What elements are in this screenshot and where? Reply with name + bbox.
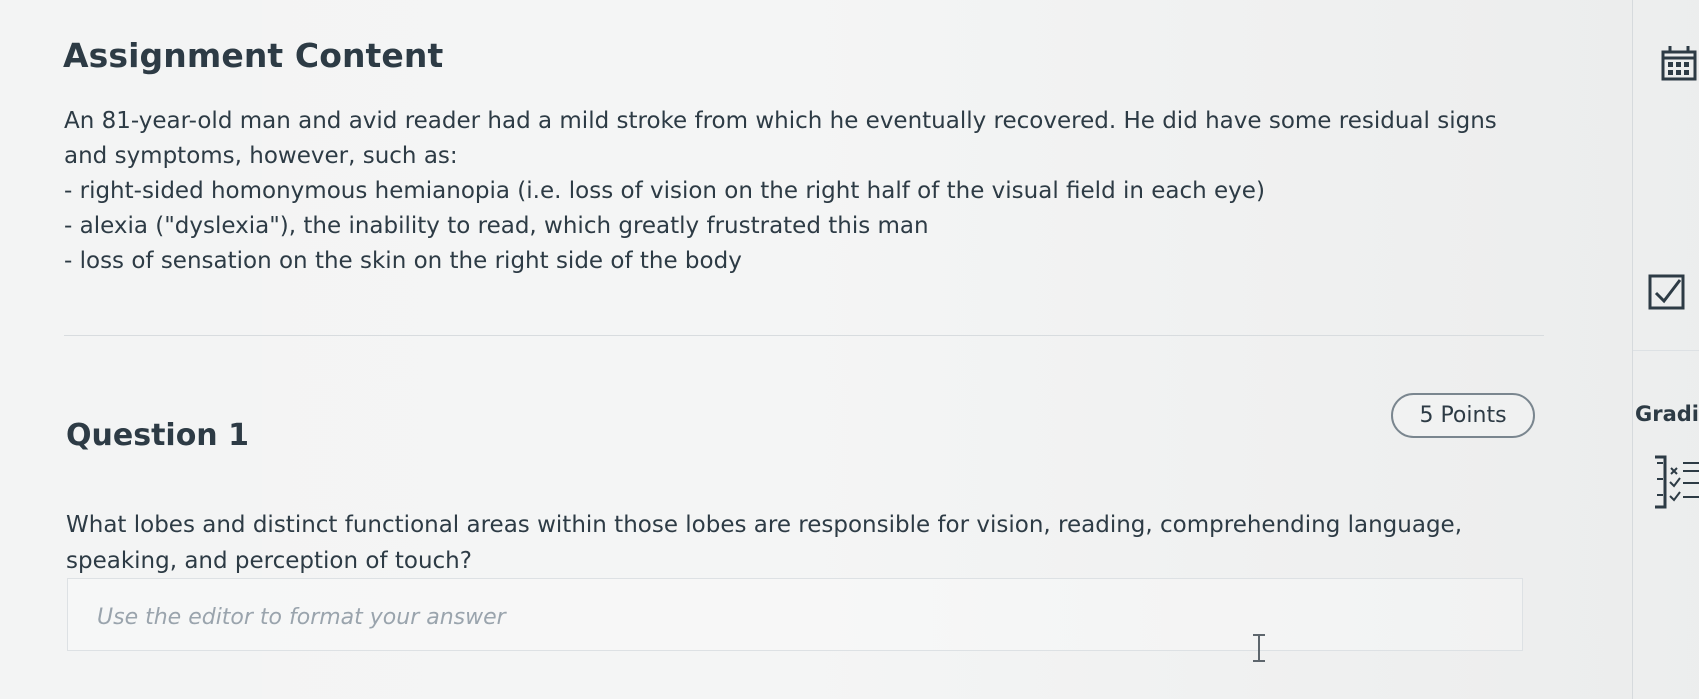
checkbox-icon[interactable]	[1644, 272, 1690, 312]
right-rail: Gradi	[1632, 0, 1699, 699]
scenario-paragraph: An 81-year-old man and avid reader had a…	[64, 108, 1497, 169]
grading-label: Gradi	[1635, 402, 1699, 426]
symptom-item-sensation: - loss of sensation on the skin on the r…	[64, 248, 742, 274]
symptom-item-alexia: - alexia ("dyslexia"), the inability to …	[64, 213, 929, 239]
rail-divider	[1633, 350, 1699, 351]
question-prompt: What lobes and distinct functional areas…	[66, 512, 1463, 574]
assignment-title: Assignment Content	[63, 36, 444, 76]
answer-editor[interactable]: Use the editor to format your answer	[67, 578, 1523, 651]
text-cursor-icon	[1253, 634, 1265, 662]
assignment-main: Assignment Content An 81-year-old man an…	[0, 0, 1615, 699]
section-divider	[64, 335, 1544, 336]
rubric-icon[interactable]	[1647, 451, 1699, 513]
question-title: Question 1	[66, 417, 249, 453]
assignment-content: An 81-year-old man and avid reader had a…	[64, 104, 1534, 279]
symptom-item-hemianopia: - right-sided homonymous hemianopia (i.e…	[64, 178, 1265, 204]
calendar-icon[interactable]	[1661, 44, 1697, 82]
answer-placeholder: Use the editor to format your answer	[97, 605, 506, 630]
points-badge: 5 Points	[1391, 393, 1535, 438]
